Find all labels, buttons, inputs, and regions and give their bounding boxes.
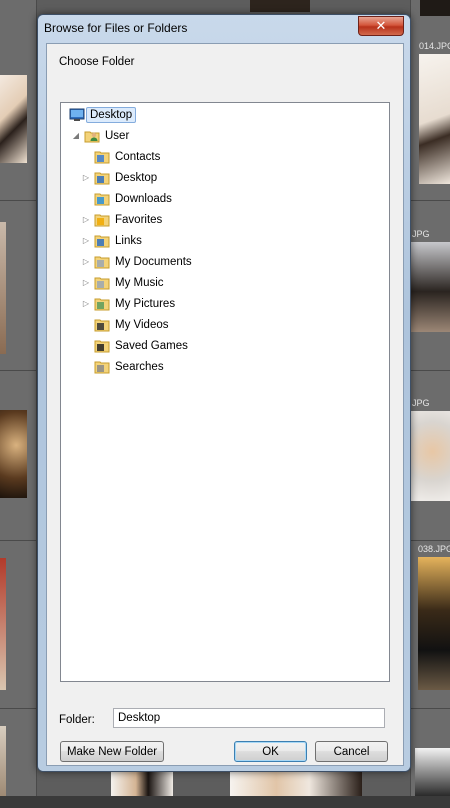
tree-expander-icon[interactable]: ▷ <box>81 299 91 308</box>
desktop-icon <box>69 107 85 123</box>
tree-expander-icon[interactable]: ▷ <box>81 278 91 287</box>
favorites-folder-icon <box>94 212 110 228</box>
thumbnail[interactable] <box>0 796 450 808</box>
tree-expander-icon[interactable]: ◢ <box>71 131 81 140</box>
tree-item[interactable]: ◢ User <box>71 126 129 145</box>
tree-item[interactable]: ▷ Desktop <box>81 168 157 187</box>
dialog-client-area: Choose Folder Desktop ◢ User Contacts ▷ Deskt… <box>46 43 404 766</box>
tree-item[interactable]: Downloads <box>81 189 172 208</box>
ok-button[interactable]: OK <box>234 741 307 762</box>
documents-folder-icon <box>94 254 110 270</box>
music-folder-icon <box>94 275 110 291</box>
thumbnail[interactable] <box>111 772 173 798</box>
tree-expander-icon[interactable]: ▷ <box>81 173 91 182</box>
tree-item-label: My Documents <box>115 255 192 268</box>
make-new-folder-button[interactable]: Make New Folder <box>60 741 164 762</box>
tree-item[interactable]: Searches <box>81 357 164 376</box>
tree-item-label: Links <box>115 234 142 247</box>
tree-expander-icon[interactable]: ▷ <box>81 215 91 224</box>
tree-item-label: Saved Games <box>115 339 188 352</box>
thumbnail-filename: 014.JPG <box>419 41 450 51</box>
thumbnail[interactable] <box>418 557 450 690</box>
thumbnail[interactable] <box>0 726 6 796</box>
thumbnail[interactable] <box>250 0 310 12</box>
tree-item[interactable]: ▷ Favorites <box>81 210 162 229</box>
tree-expander-icon[interactable]: ▷ <box>81 257 91 266</box>
thumbnail-filename: 038.JPG <box>418 544 450 554</box>
games-folder-icon <box>94 338 110 354</box>
tree-item[interactable]: My Videos <box>81 315 168 334</box>
tree-item-label: Contacts <box>115 150 161 163</box>
tree-item[interactable]: Desktop <box>69 105 137 124</box>
tree-item-label: Desktop <box>115 171 158 184</box>
folder-tree[interactable]: Desktop ◢ User Contacts ▷ Desktop Downloads ▷ Fa… <box>60 102 390 682</box>
tree-item-label: Downloads <box>115 192 172 205</box>
videos-folder-icon <box>94 317 110 333</box>
thumbnail[interactable] <box>419 54 450 184</box>
thumbnail[interactable] <box>0 410 27 498</box>
tree-item[interactable]: ▷ My Documents <box>81 252 192 271</box>
contacts-folder-icon <box>94 149 110 165</box>
close-button[interactable]: ✕ <box>358 16 404 36</box>
thumbnail[interactable] <box>0 222 6 354</box>
links-folder-icon <box>94 233 110 249</box>
downloads-folder-icon <box>94 191 110 207</box>
thumbnail[interactable] <box>0 75 27 163</box>
searches-folder-icon <box>94 359 110 375</box>
tree-item[interactable]: ▷ My Music <box>81 273 164 292</box>
tree-item-label: User <box>105 129 130 142</box>
user-folder-icon <box>84 128 100 144</box>
cancel-button[interactable]: Cancel <box>315 741 388 762</box>
browse-folder-dialog: Browse for Files or Folders ✕ Choose Fol… <box>37 14 411 772</box>
thumbnail[interactable] <box>230 772 362 798</box>
folder-field[interactable]: Desktop <box>113 708 385 728</box>
dialog-title: Browse for Files or Folders <box>44 21 188 35</box>
tree-item-label: My Music <box>115 276 164 289</box>
pictures-folder-icon <box>94 296 110 312</box>
close-icon: ✕ <box>375 18 387 34</box>
thumbnail[interactable] <box>0 558 6 690</box>
tree-item-label: Searches <box>115 360 164 373</box>
thumbnail[interactable] <box>411 411 450 501</box>
tree-item-label: Desktop <box>86 106 137 123</box>
thumbnail[interactable] <box>411 242 450 332</box>
thumbnail[interactable] <box>415 748 450 796</box>
desktop-folder-icon <box>94 170 110 186</box>
tree-item-label: My Videos <box>115 318 169 331</box>
tree-expander-icon[interactable]: ▷ <box>81 236 91 245</box>
thumbnail-filename: JPG <box>412 398 430 408</box>
tree-item[interactable]: Saved Games <box>81 336 188 355</box>
tree-item-label: My Pictures <box>115 297 176 310</box>
tree-item[interactable]: ▷ Links <box>81 231 142 250</box>
thumbnail[interactable] <box>420 0 450 16</box>
folder-field-label: Folder: <box>59 714 95 726</box>
tree-item-label: Favorites <box>115 213 163 226</box>
thumbnail-filename: JPG <box>412 229 430 239</box>
choose-folder-label: Choose Folder <box>59 56 135 68</box>
tree-item[interactable]: Contacts <box>81 147 160 166</box>
tree-item[interactable]: ▷ My Pictures <box>81 294 175 313</box>
